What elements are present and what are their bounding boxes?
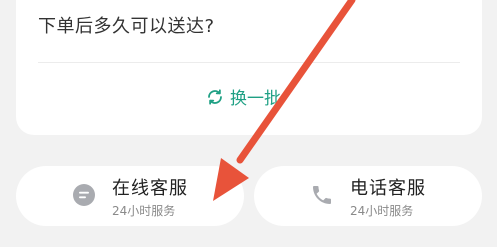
- online-service-title: 在线客服: [112, 178, 188, 199]
- online-service-subtitle: 24小时服务: [112, 204, 176, 218]
- chat-bubble-icon: [72, 183, 96, 207]
- phone-service-subtitle: 24小时服务: [350, 204, 414, 218]
- faq-question[interactable]: 下单后多久可以送达?: [38, 12, 215, 38]
- refresh-label: 换一批: [230, 89, 281, 109]
- phone-icon: [310, 183, 334, 207]
- phone-service-button[interactable]: 电话客服 24小时服务: [254, 166, 482, 226]
- refresh-icon: [206, 88, 224, 106]
- faq-card: 下单后多久可以送达? 换一批: [16, 0, 482, 135]
- refresh-button[interactable]: 换一批: [206, 84, 281, 109]
- divider: [38, 62, 460, 63]
- online-service-button[interactable]: 在线客服 24小时服务: [16, 166, 244, 226]
- phone-service-title: 电话客服: [350, 178, 426, 199]
